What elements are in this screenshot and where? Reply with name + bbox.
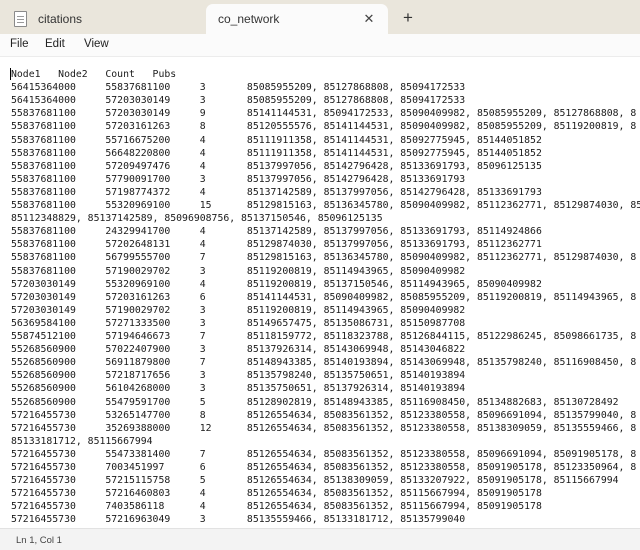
text-line: 55837681100 56799555700 7 85129815163, 8… <box>11 252 637 264</box>
text-line: 56369584100 57271333500 3 85149657475, 8… <box>11 317 466 329</box>
new-tab-button[interactable]: + <box>398 8 418 28</box>
text-line: 57216455730 35269388000 12 85126554634, … <box>11 422 637 434</box>
text-line: 57216455730 57215115758 5 85126554634, 8… <box>11 475 619 487</box>
text-line: 55837681100 57203030149 9 85141144531, 8… <box>11 108 637 120</box>
text-line: 55837681100 24329941700 4 85137142589, 8… <box>11 226 542 238</box>
menu-file[interactable]: File <box>10 38 29 50</box>
text-line: 57216455730 7403586118 4 85126554634, 85… <box>11 501 542 513</box>
header-line: Node1 Node2 Count Pubs <box>11 69 177 80</box>
tab-bar: citations co_network ✕ + <box>0 0 640 34</box>
text-line: 57216455730 57216963049 3 85135559466, 8… <box>11 514 466 526</box>
menu-view[interactable]: View <box>84 38 109 50</box>
text-line: 57216455730 7003451997 6 85126554634, 85… <box>11 462 637 473</box>
text-line: 55837681100 55320969100 15 85129815163, … <box>11 200 640 211</box>
text-line: 55268560900 56104268000 3 85135750651, 8… <box>11 383 466 395</box>
text-line: 55268560900 57022407900 3 85137926314, 8… <box>11 344 466 356</box>
text-line: 56415364000 57203030149 3 85085955209, 8… <box>11 95 466 107</box>
text-line: 55837681100 56648220800 4 85111911358, 8… <box>11 147 542 159</box>
close-icon[interactable]: ✕ <box>360 10 378 28</box>
text-line: 55837681100 57198774372 4 85137142589, 8… <box>11 186 542 198</box>
tab-label: co_network <box>218 12 280 26</box>
text-line: 55837681100 57190029702 3 85119200819, 8… <box>11 265 466 277</box>
text-line: 57216455730 53265147700 8 85126554634, 8… <box>11 409 637 421</box>
text-line: 55837681100 57202648131 4 85129874030, 8… <box>11 239 542 251</box>
text-line: 55837681100 57209497476 4 85137997056, 8… <box>11 160 542 172</box>
text-line: 55837681100 57203161263 8 85120555576, 8… <box>11 121 637 133</box>
text-line: 55837681100 55716675200 4 85111911358, 8… <box>11 134 542 146</box>
text-line: 57216455730 55473381400 7 85126554634, 8… <box>11 448 637 460</box>
text-line: 85112348829, 85137142589, 85096908756, 8… <box>11 213 383 225</box>
text-line: 55268560900 56911879800 7 85148943385, 8… <box>11 357 637 369</box>
tab-label: citations <box>38 12 83 26</box>
menu-edit[interactable]: Edit <box>45 38 65 50</box>
text-line: 55874512100 57194646673 7 85118159772, 8… <box>11 331 637 342</box>
text-line: 85133181712, 85115667994 <box>11 435 153 447</box>
text-line: 57203030149 57190029702 3 85119200819, 8… <box>11 304 466 316</box>
tab-co-network[interactable]: co_network ✕ <box>206 4 388 34</box>
file-icon <box>14 11 27 27</box>
text-line: 56415364000 55837681100 3 85085955209, 8… <box>11 82 466 94</box>
text-line: 55268560900 55479591700 5 85128902819, 8… <box>11 396 619 408</box>
status-bar: Ln 1, Col 1 <box>0 528 640 550</box>
text-line: 57203030149 57203161263 6 85141144531, 8… <box>11 291 637 303</box>
text-caret <box>10 68 11 80</box>
cursor-position: Ln 1, Col 1 <box>16 535 62 546</box>
text-line: 57216455730 57216460803 4 85126554634, 8… <box>11 488 542 500</box>
text-editor[interactable]: Node1 Node2 Count Pubs 56415364000 558376… <box>0 56 640 529</box>
tab-citations[interactable]: citations <box>8 4 204 34</box>
text-line: 55837681100 57790091700 3 85137997056, 8… <box>11 173 466 185</box>
text-line: 57203030149 55320969100 4 85119200819, 8… <box>11 278 542 290</box>
text-line: 55268560900 57218717656 3 85135798240, 8… <box>11 370 466 382</box>
menu-bar: File Edit View <box>0 34 640 56</box>
